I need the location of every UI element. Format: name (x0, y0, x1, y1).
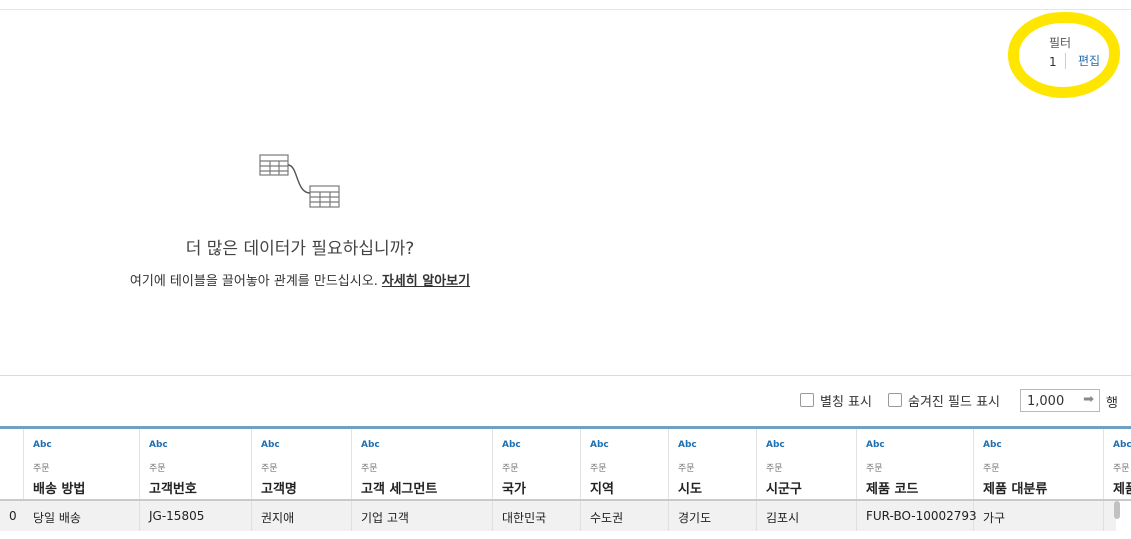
data-grid: Abc 주문 배송 방법 Abc 주문 고객번호 Abc 주문 고객명 Abc 주문 고객 세그먼트 A… (0, 426, 1131, 539)
cell-value: 기업 고객 (361, 511, 409, 525)
column-name: 고객번호 (149, 482, 197, 497)
table-cell[interactable]: 기업 고객 (352, 501, 493, 531)
drag-hint-label: 여기에 테이블을 끌어놓아 관계를 만드십시오. (129, 274, 378, 289)
column-header[interactable]: Abc 주문고객 세그먼트 (352, 429, 493, 499)
column-source-label: 주문 (766, 464, 783, 474)
column-header[interactable]: Abc 주문제품 (1104, 429, 1131, 499)
data-type-icon[interactable]: Abc (33, 440, 52, 450)
drag-hint-text: 여기에 테이블을 끌어놓아 관계를 만드십시오. 자세히 알아보기 (0, 270, 600, 289)
cell-value: 대한민국 (502, 511, 547, 525)
top-divider (0, 9, 1131, 10)
learn-more-link[interactable]: 자세히 알아보기 (382, 274, 470, 289)
column-header[interactable]: Abc 주문국가 (493, 429, 581, 499)
column-name: 배송 방법 (33, 482, 86, 497)
column-header[interactable]: Abc 주문배송 방법 (24, 429, 140, 499)
column-name: 제품 (1113, 482, 1131, 497)
column-name: 제품 대분류 (983, 482, 1048, 497)
column-source-label: 주문 (983, 464, 1000, 474)
column-source-label: 주문 (261, 464, 278, 474)
column-header[interactable]: Abc 주문시도 (669, 429, 757, 499)
table-cell[interactable]: FUR-BO-10002793 (857, 501, 977, 531)
cell-value: FUR-BO-10002793 (866, 509, 977, 523)
column-name: 시도 (678, 482, 702, 497)
data-type-icon[interactable]: Abc (983, 440, 1002, 450)
column-name: 제품 코드 (866, 482, 919, 497)
cell-value: 경기도 (678, 511, 712, 525)
data-type-icon[interactable]: Abc (261, 440, 280, 450)
filter-panel: 필터 1 편집 (1008, 12, 1123, 100)
row-number-header (0, 429, 24, 499)
data-type-icon[interactable]: Abc (361, 440, 380, 450)
cell-value: JG-15805 (149, 509, 205, 523)
filter-edit-link[interactable]: 편집 (1078, 52, 1100, 69)
column-source-label: 주문 (149, 464, 166, 474)
table-cell[interactable]: 권지애 (252, 501, 352, 531)
rows-count-input[interactable]: 1,000 ➡ (1020, 389, 1100, 412)
column-source-label: 주문 (361, 464, 378, 474)
need-more-data-heading: 더 많은 데이터가 필요하십니까? (185, 239, 415, 259)
column-source-label: 주문 (590, 464, 607, 474)
filter-title: 필터 (1049, 36, 1072, 50)
column-source-label: 주문 (502, 464, 519, 474)
table-cell[interactable]: 수도권 (581, 501, 669, 531)
data-type-icon[interactable]: Abc (866, 440, 885, 450)
column-header[interactable]: Abc 주문시군구 (757, 429, 857, 499)
column-source-label: 주문 (866, 464, 883, 474)
table-cell[interactable]: 대한민국 (493, 501, 581, 531)
column-header[interactable]: Abc 주문제품 코드 (857, 429, 974, 499)
column-header[interactable]: Abc 주문지역 (581, 429, 669, 499)
cell-value: 권지애 (261, 511, 295, 525)
cell-value: 수도권 (590, 511, 624, 525)
data-type-icon[interactable]: Abc (678, 440, 697, 450)
column-source-label: 주문 (1113, 464, 1130, 474)
show-aliases-checkbox[interactable] (800, 393, 814, 407)
data-type-icon[interactable]: Abc (149, 440, 168, 450)
column-name: 시군구 (766, 482, 802, 497)
column-header[interactable]: Abc 주문제품 대분류 (974, 429, 1104, 499)
canvas-divider[interactable] (0, 375, 1131, 376)
column-name: 고객 세그먼트 (361, 482, 438, 497)
cell-value: 당일 배송 (33, 511, 81, 525)
table-cell[interactable]: 김포시 (757, 501, 857, 531)
column-name: 국가 (502, 482, 526, 497)
column-source-label: 주문 (33, 464, 50, 474)
column-name: 고객명 (261, 482, 297, 497)
filter-count: 1 (1049, 55, 1057, 69)
show-hidden-fields-label: 숨겨진 필드 표시 (908, 394, 1000, 410)
vertical-scrollbar[interactable] (1114, 501, 1120, 519)
table-cell[interactable]: JG-15805 (140, 501, 252, 531)
cell-value: 김포시 (766, 511, 800, 525)
table-cell[interactable]: 당일 배송 (24, 501, 140, 531)
row-number: 0 (9, 509, 17, 523)
column-source-label: 주문 (678, 464, 695, 474)
column-header[interactable]: Abc 주문고객명 (252, 429, 352, 499)
highlight-annotation (1008, 12, 1120, 98)
column-name: 지역 (590, 482, 614, 497)
rows-count-value[interactable]: 1,000 (1027, 394, 1064, 409)
show-aliases-option[interactable]: 별칭 표시 (800, 392, 872, 410)
arrow-right-icon[interactable]: ➡ (1083, 392, 1094, 407)
rows-label: 행 (1106, 396, 1118, 411)
show-hidden-fields-checkbox[interactable] (888, 393, 902, 407)
column-header[interactable]: Abc 주문고객번호 (140, 429, 252, 499)
data-type-icon[interactable]: Abc (1113, 440, 1131, 450)
show-hidden-fields-option[interactable]: 숨겨진 필드 표시 (888, 392, 1000, 410)
data-type-icon[interactable]: Abc (502, 440, 521, 450)
data-type-icon[interactable]: Abc (766, 440, 785, 450)
data-type-icon[interactable]: Abc (590, 440, 609, 450)
table-cell[interactable]: 경기도 (669, 501, 757, 531)
filter-separator (1065, 53, 1066, 69)
cell-value: 가구 (983, 511, 1006, 525)
table-relationship-icon (259, 154, 340, 208)
show-aliases-label: 별칭 표시 (820, 394, 872, 410)
table-cell[interactable]: 가구 (974, 501, 1104, 531)
